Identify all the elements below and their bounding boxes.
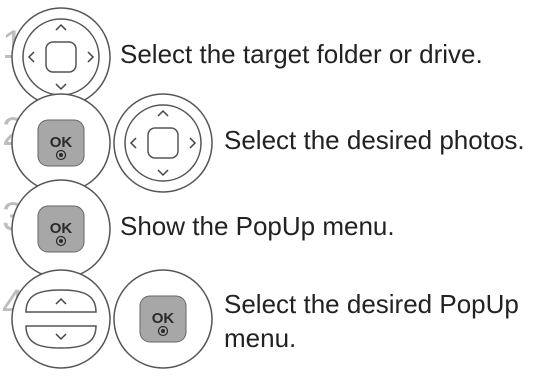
step-2-text: Select the desired photos. (224, 125, 525, 155)
step-3-text: Show the PopUp menu. (120, 211, 395, 241)
navigation-pad-icon (113, 93, 213, 193)
up-down-buttons-icon (11, 269, 111, 369)
ok-button-icon: OK (113, 269, 213, 369)
step-1-text: Select the target folder or drive. (120, 39, 483, 69)
ok-label: OK (50, 134, 73, 151)
ok-label: OK (50, 220, 73, 237)
step-4-text-line2: menu. (224, 323, 297, 353)
step-4-text-line1: Select the desired PopUp (224, 289, 519, 319)
ok-label: OK (152, 310, 175, 327)
